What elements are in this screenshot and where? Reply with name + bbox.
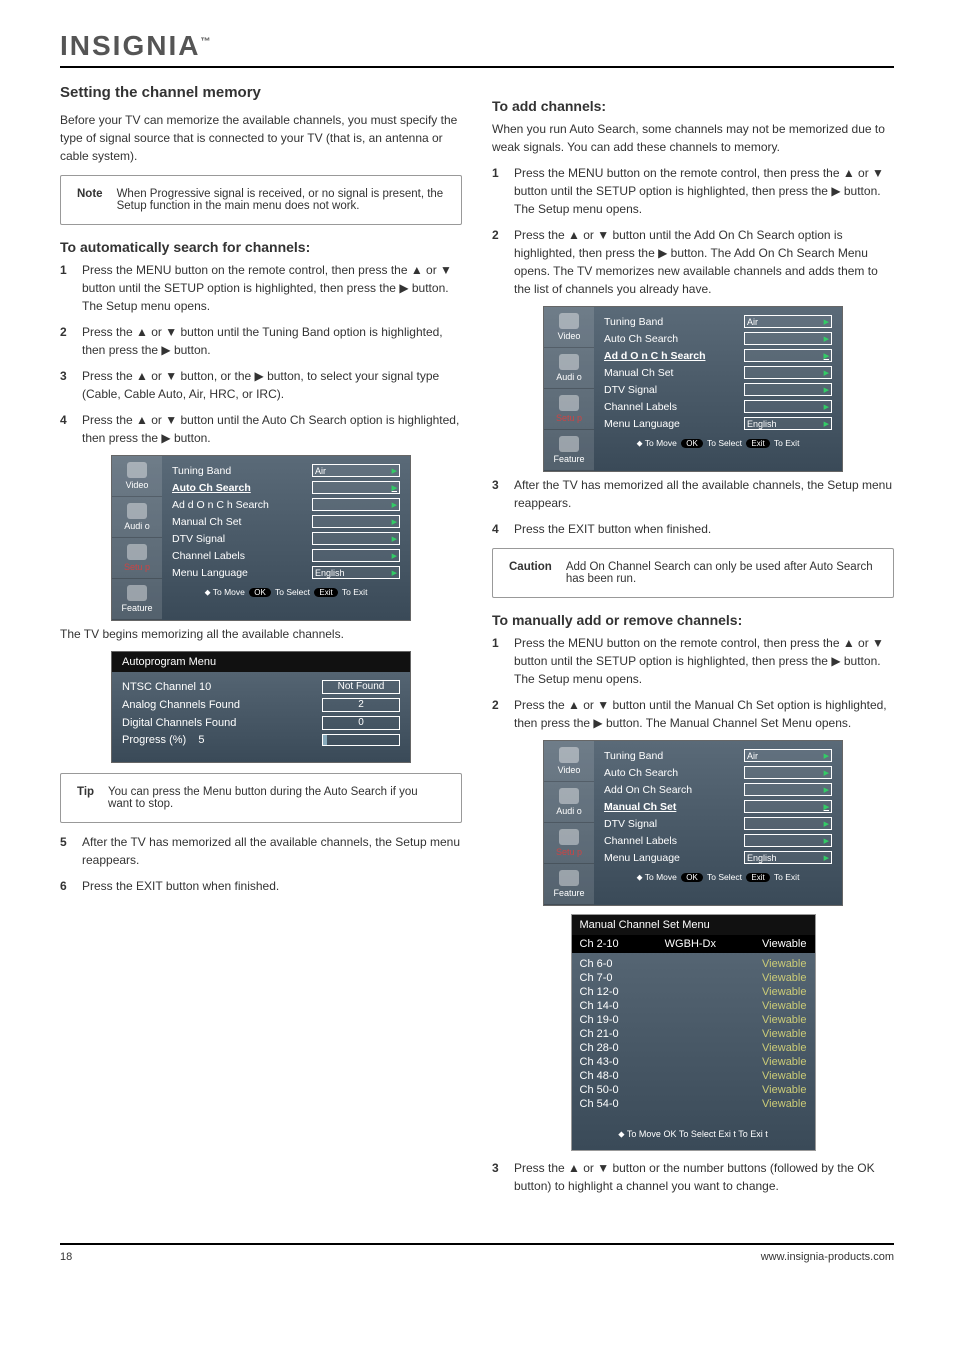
intro-text: Before your TV can memorize the availabl…	[60, 111, 462, 165]
subheading-addon: To add channels:	[492, 98, 894, 114]
subheading-auto-search: To automatically search for channels:	[60, 239, 462, 255]
step-text: Press the MENU button on the remote cont…	[514, 634, 894, 688]
steps-manual-cont: 3Press the ▲ or ▼ button or the number b…	[492, 1159, 894, 1195]
step-text: Press the MENU button on the remote cont…	[514, 164, 894, 218]
feature-icon	[127, 585, 147, 601]
audio-icon	[559, 354, 579, 370]
step-text: Press the ▲ or ▼ button until the Tuning…	[82, 323, 462, 359]
tv-setup-menu-auto: Video Audi o Setu p Feature Tuning BandA…	[111, 455, 411, 621]
steps-auto-search-cont: 5After the TV has memorized all the avai…	[60, 833, 462, 895]
step-text: Press the EXIT button when finished.	[82, 877, 279, 895]
autoprogram-menu: Autoprogram Menu NTSC Channel 10Not Foun…	[111, 651, 411, 763]
step-text: Press the ▲ or ▼ button until the Manual…	[514, 696, 894, 732]
tv-setup-menu-manual: Video Audi o Setu p Feature Tuning BandA…	[543, 740, 843, 906]
step-text: Press the ▲ or ▼ button, or the ▶ button…	[82, 367, 462, 403]
caution-text: Add On Channel Search can only be used a…	[566, 561, 877, 585]
steps-auto-search: 1Press the MENU button on the remote con…	[60, 261, 462, 447]
subheading-manual: To manually add or remove channels:	[492, 612, 894, 628]
tv-setup-menu-addon: Video Audi o Setu p Feature Tuning BandA…	[543, 306, 843, 472]
step-text: Press the MENU button on the remote cont…	[82, 261, 462, 315]
steps-addon-cont: 3After the TV has memorized all the avai…	[492, 476, 894, 538]
step-text: After the TV has memorized all the avail…	[82, 833, 462, 869]
brand-header: INSIGNIA™	[60, 30, 894, 68]
note-box: Note When Progressive signal is received…	[60, 175, 462, 225]
section-heading: Setting the channel memory	[60, 84, 462, 101]
video-icon	[559, 313, 579, 329]
manual-channel-list: Ch 6-0Viewable Ch 7-0Viewable Ch 12-0Vie…	[572, 953, 815, 1121]
autoprogram-title: Autoprogram Menu	[112, 652, 410, 672]
step-text: Press the EXIT button when finished.	[514, 520, 711, 538]
step-continuation: The TV begins memorizing all the availab…	[60, 625, 462, 643]
note-label: Note	[77, 188, 103, 200]
video-icon	[559, 747, 579, 763]
note-text: When Progressive signal is received, or …	[117, 188, 445, 212]
tip-label: Tip	[77, 786, 94, 798]
setup-icon	[559, 395, 579, 411]
steps-manual: 1Press the MENU button on the remote con…	[492, 634, 894, 732]
setup-icon	[127, 544, 147, 560]
page-number: 18	[60, 1251, 72, 1263]
audio-icon	[127, 503, 147, 519]
manual-ch-set-menu: Manual Channel Set Menu Ch 2-10 WGBH-Dx …	[571, 914, 816, 1151]
audio-icon	[559, 788, 579, 804]
caution-label: Caution	[509, 561, 552, 573]
page-footer: 18 www.insignia-products.com	[60, 1243, 894, 1263]
step-text: Press the ▲ or ▼ button until the Add On…	[514, 226, 894, 298]
step-text: Press the ▲ or ▼ button until the Auto C…	[82, 413, 459, 445]
step-text: After the TV has memorized all the avail…	[514, 476, 894, 512]
caution-box: Caution Add On Channel Search can only b…	[492, 548, 894, 598]
video-icon	[127, 462, 147, 478]
manual-menu-title: Manual Channel Set Menu	[572, 915, 815, 935]
setup-icon	[559, 829, 579, 845]
feature-icon	[559, 436, 579, 452]
footer-url: www.insignia-products.com	[761, 1251, 894, 1263]
tip-text: You can press the Menu button during the…	[108, 786, 445, 810]
step-text: Press the ▲ or ▼ button or the number bu…	[514, 1159, 894, 1195]
brand-logo: INSIGNIA™	[60, 30, 212, 61]
steps-addon: 1Press the MENU button on the remote con…	[492, 164, 894, 298]
feature-icon	[559, 870, 579, 886]
addon-intro: When you run Auto Search, some channels …	[492, 120, 894, 156]
tip-box: Tip You can press the Menu button during…	[60, 773, 462, 823]
